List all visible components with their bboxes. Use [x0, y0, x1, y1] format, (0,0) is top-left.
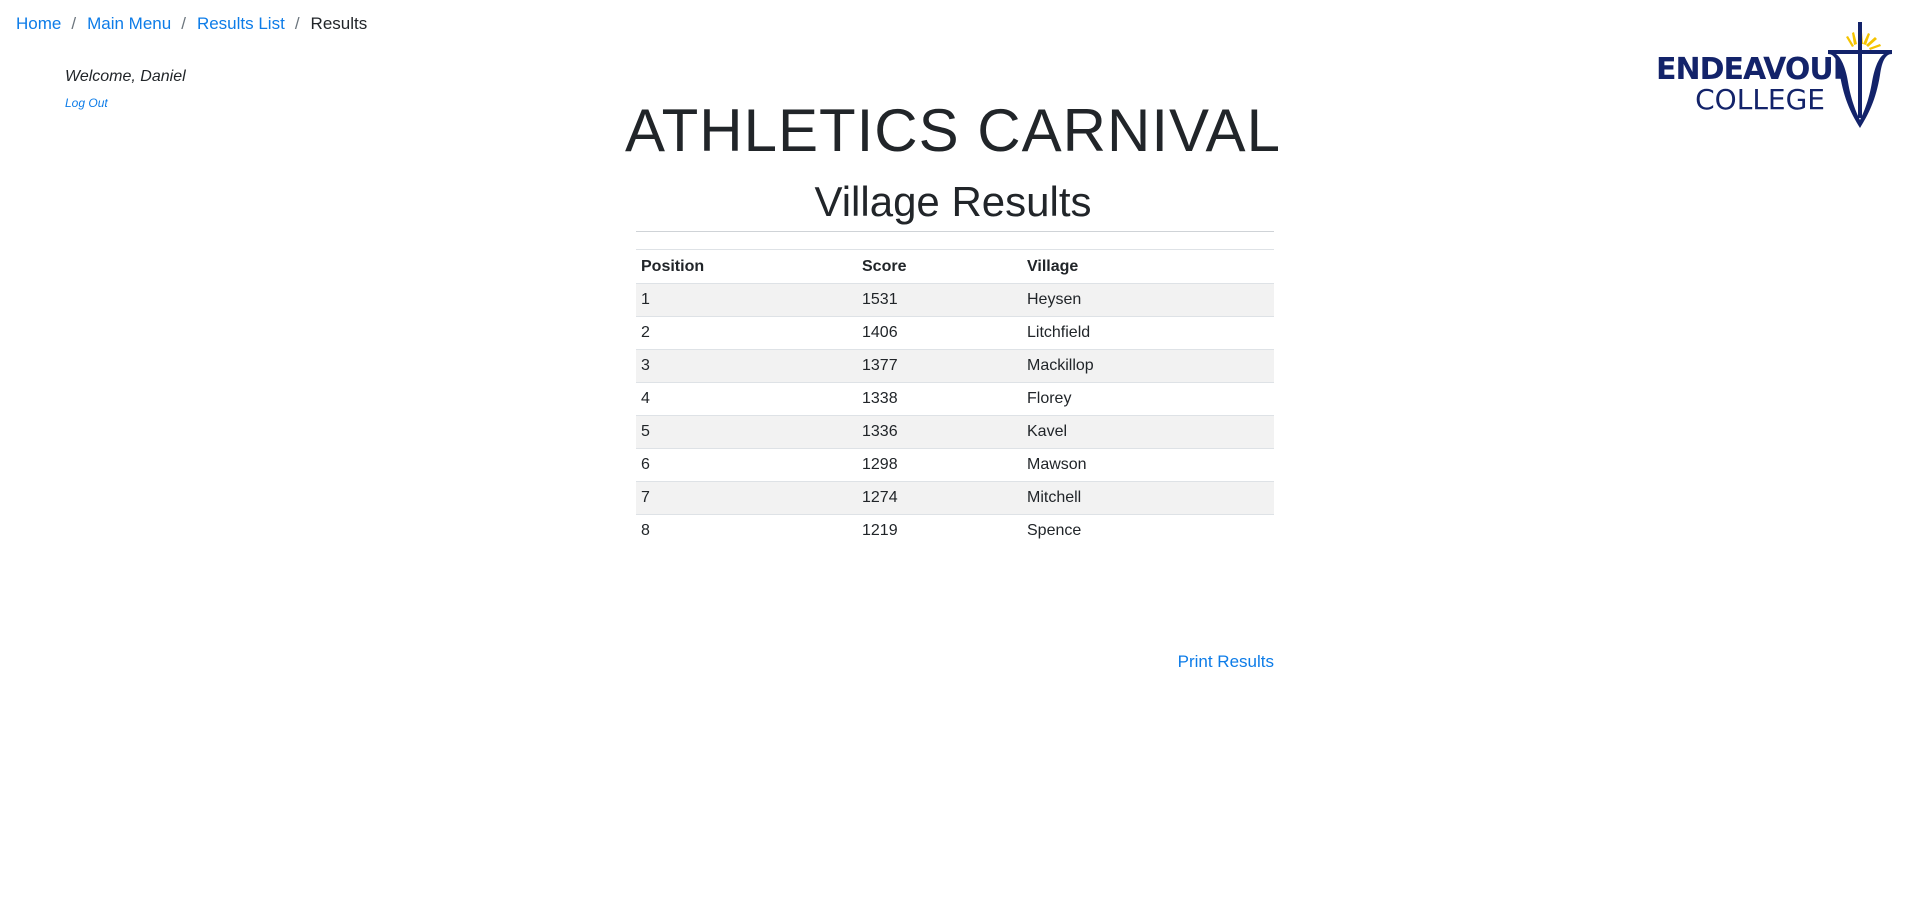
score-cell: 1274: [857, 481, 1022, 515]
score-cell: 1406: [857, 316, 1022, 350]
village-cell: Mitchell: [1022, 481, 1274, 515]
table-row: 1 1531 Heysen: [636, 283, 1274, 317]
sunburst-icon: [1846, 32, 1881, 50]
page-title: ATHLETICS CARNIVAL: [625, 97, 1281, 164]
score-cell: 1377: [857, 349, 1022, 383]
position-cell: 8: [636, 514, 857, 547]
column-header-village: Village: [1022, 249, 1274, 284]
results-table: Position Score Village 1 1531 Heysen 2 1…: [636, 249, 1274, 547]
position-cell: 6: [636, 448, 857, 482]
page-subtitle: Village Results: [814, 178, 1092, 225]
column-header-position: Position: [636, 249, 857, 284]
position-cell: 3: [636, 349, 857, 383]
village-cell: Spence: [1022, 514, 1274, 547]
print-results-link[interactable]: Print Results: [1100, 652, 1274, 672]
position-cell: 1: [636, 283, 857, 317]
position-cell: 2: [636, 316, 857, 350]
position-cell: 5: [636, 415, 857, 449]
score-cell: 1338: [857, 382, 1022, 416]
table-row: 4 1338 Florey: [636, 382, 1274, 416]
breadcrumb-separator: /: [71, 14, 77, 33]
breadcrumb-results-list-link[interactable]: Results List: [197, 14, 285, 34]
position-cell: 4: [636, 382, 857, 416]
table-row: 8 1219 Spence: [636, 514, 1274, 547]
score-cell: 1336: [857, 415, 1022, 449]
column-header-score: Score: [857, 249, 1022, 284]
village-cell: Mackillop: [1022, 349, 1274, 383]
breadcrumb-home-link[interactable]: Home: [16, 14, 61, 34]
breadcrumb: Home / Main Menu / Results List / Result…: [16, 14, 367, 34]
breadcrumb-current: Results: [310, 14, 368, 33]
divider: [636, 231, 1274, 232]
table-row: 5 1336 Kavel: [636, 415, 1274, 449]
table-header-row: Position Score Village: [636, 249, 1274, 284]
position-cell: 7: [636, 481, 857, 515]
breadcrumb-main-menu-link[interactable]: Main Menu: [87, 14, 171, 34]
village-cell: Kavel: [1022, 415, 1274, 449]
village-cell: Litchfield: [1022, 316, 1274, 350]
score-cell: 1298: [857, 448, 1022, 482]
village-cell: Mawson: [1022, 448, 1274, 482]
breadcrumb-separator: /: [294, 14, 300, 33]
table-row: 7 1274 Mitchell: [636, 481, 1274, 515]
table-row: 3 1377 Mackillop: [636, 349, 1274, 383]
village-cell: Heysen: [1022, 283, 1274, 317]
table-row: 6 1298 Mawson: [636, 448, 1274, 482]
welcome-message: Welcome, Daniel: [65, 68, 186, 85]
table-row: 2 1406 Litchfield: [636, 316, 1274, 350]
breadcrumb-separator: /: [181, 14, 186, 33]
logo-line1: ENDEAVOUR: [1656, 52, 1856, 87]
village-cell: Florey: [1022, 382, 1274, 416]
score-cell: 1219: [857, 514, 1022, 547]
score-cell: 1531: [857, 283, 1022, 317]
